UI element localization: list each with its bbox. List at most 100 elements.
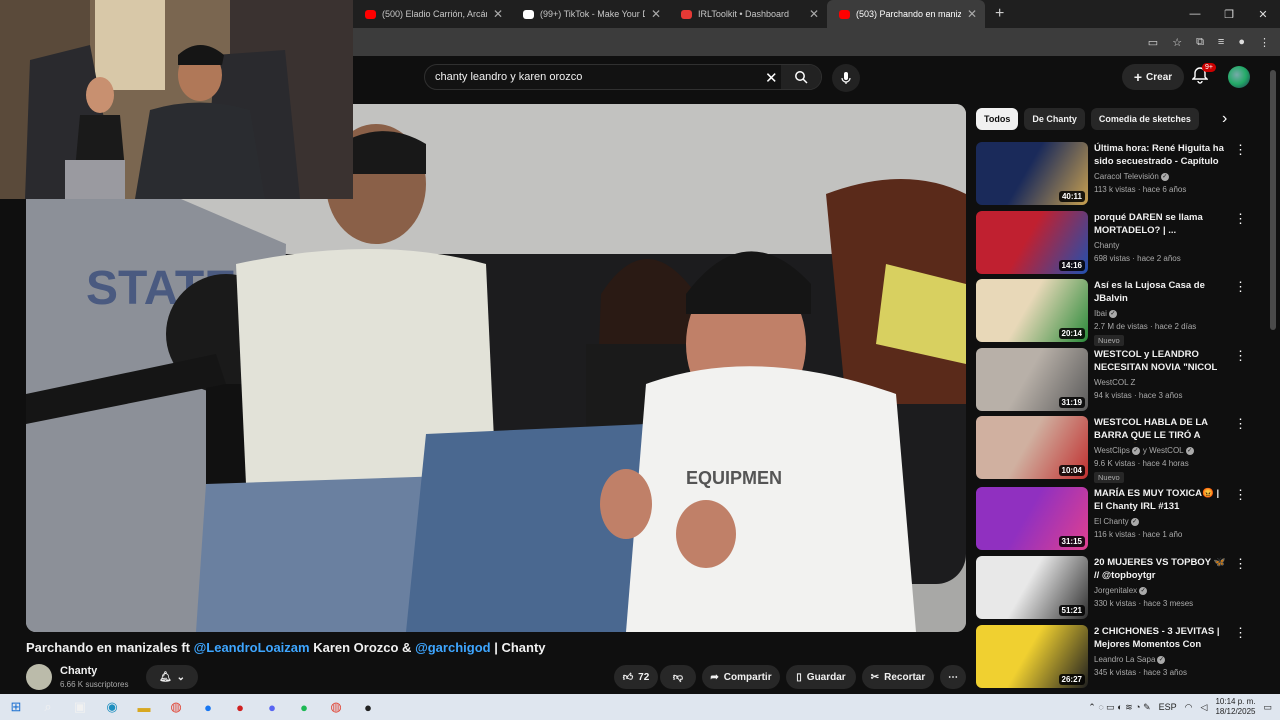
chevron-right-icon[interactable]: ›: [1222, 110, 1227, 128]
new-tab-button[interactable]: +: [995, 5, 1004, 23]
related-video-item[interactable]: 31:19 WESTCOL y LEANDRO NECESITAN NOVIA "…: [976, 348, 1246, 412]
related-video-title[interactable]: Así es la Lujosa Casa de JBalvin: [1094, 279, 1228, 305]
obs-icon[interactable]: ●: [352, 694, 384, 720]
voice-search-button[interactable]: [832, 64, 860, 92]
facebook-icon[interactable]: ●: [192, 694, 224, 720]
browser-tab-2[interactable]: IRLToolkit • Dashboard ✕: [669, 0, 827, 28]
profile-icon[interactable]: ●: [1238, 36, 1245, 48]
share-button[interactable]: ➦ Compartir: [702, 665, 780, 689]
windows-start-icon[interactable]: ⊞: [0, 694, 32, 720]
channel-name[interactable]: Chanty: [60, 665, 97, 677]
browser-tab-0[interactable]: (500) Eladio Carrión, Arcángel - ✕: [353, 0, 511, 28]
like-button[interactable]: 👍︎ 72: [614, 665, 658, 689]
close-window-icon[interactable]: ✕: [1246, 0, 1280, 28]
related-video-title[interactable]: MARÍA ES MUY TOXICA😡 | El Chanty IRL #13…: [1094, 487, 1228, 513]
chrome-icon[interactable]: ◍: [160, 694, 192, 720]
related-video-title[interactable]: 2 CHICHONES - 3 JEVITAS | Mejores Moment…: [1094, 625, 1228, 652]
tab-close-icon[interactable]: ✕: [493, 7, 503, 21]
more-options-icon[interactable]: ⋮: [1234, 416, 1246, 432]
menu-icon[interactable]: ⋮: [1259, 36, 1270, 49]
tab-close-icon[interactable]: ✕: [809, 7, 819, 21]
browser-tab-3[interactable]: (503) Parchando en manizales ft ✕: [827, 0, 985, 28]
scrollbar[interactable]: [1270, 70, 1276, 330]
clock[interactable]: 10:14 p. m. 18/12/2025: [1215, 697, 1255, 717]
account-avatar[interactable]: [1228, 66, 1250, 88]
dislike-button[interactable]: 👎︎: [660, 665, 696, 689]
search-button[interactable]: [781, 65, 821, 89]
related-video-title[interactable]: WESTCOL y LEANDRO NECESITAN NOVIA "NICOL…: [1094, 348, 1228, 375]
minimize-icon[interactable]: —: [1178, 0, 1212, 28]
related-channel-line[interactable]: Ibai ✓: [1094, 309, 1117, 318]
language-indicator[interactable]: ESP: [1159, 702, 1177, 712]
related-video-item[interactable]: 26:27 2 CHICHONES - 3 JEVITAS | Mejores M…: [976, 625, 1246, 689]
video-thumbnail[interactable]: 31:15: [976, 487, 1088, 550]
video-thumbnail[interactable]: 40:11: [976, 142, 1088, 205]
wifi-icon[interactable]: ◠: [1185, 702, 1193, 713]
discord-icon[interactable]: ●: [256, 694, 288, 720]
chip-todos[interactable]: Todos: [976, 108, 1019, 130]
search-input[interactable]: [425, 65, 755, 89]
mention-link-garchigod[interactable]: @garchigod: [415, 640, 491, 655]
clear-search-icon[interactable]: ✕: [765, 69, 778, 87]
related-video-title[interactable]: 20 MUJERES VS TOPBOY 🦋 // @topboytgr: [1094, 556, 1228, 582]
more-options-icon[interactable]: ⋮: [1234, 279, 1246, 295]
video-thumbnail[interactable]: 10:04: [976, 416, 1088, 479]
create-button[interactable]: + Crear: [1122, 64, 1184, 90]
extensions-icon[interactable]: ⧉: [1196, 36, 1204, 49]
tray-icons[interactable]: ⌃ ◌ ▭ ◐ ≋ ◔ ✎: [1088, 702, 1150, 713]
related-channel-line[interactable]: Leandro La Sapa ✓: [1094, 655, 1166, 664]
video-thumbnail[interactable]: 31:19: [976, 348, 1088, 411]
related-video-title[interactable]: WESTCOL HABLA DE LA BARRA QUE LE TIRÓ A …: [1094, 416, 1228, 443]
notification-center-icon[interactable]: ▭: [1263, 702, 1272, 713]
related-video-item[interactable]: 14:16 porqué DAREN se llama MORTADELO? | …: [976, 211, 1246, 275]
related-channel-line[interactable]: Caracol Televisión ✓: [1094, 172, 1169, 181]
cast-icon[interactable]: ▭: [1148, 36, 1158, 49]
video-thumbnail[interactable]: 51:21: [976, 556, 1088, 619]
more-options-icon[interactable]: ⋮: [1234, 625, 1246, 641]
chip-comedia[interactable]: Comedia de sketches: [1090, 108, 1199, 130]
clip-button[interactable]: ✂ Recortar: [862, 665, 934, 689]
app-red-icon[interactable]: ●: [224, 694, 256, 720]
related-channel-line[interactable]: El Chanty ✓: [1094, 517, 1139, 526]
related-video-item[interactable]: 20:14 Así es la Lujosa Casa de JBalvin Iba…: [976, 279, 1246, 346]
file-explorer-icon[interactable]: ▬: [128, 694, 160, 720]
video-thumbnail[interactable]: 20:14: [976, 279, 1088, 342]
video-thumbnail[interactable]: 14:16: [976, 211, 1088, 274]
channel-avatar[interactable]: [26, 664, 52, 690]
video-thumbnail[interactable]: 26:27: [976, 625, 1088, 688]
related-video-item[interactable]: 51:21 20 MUJERES VS TOPBOY 🦋 // @topboytg…: [976, 556, 1246, 620]
related-channel-line[interactable]: Jorgenitalex ✓: [1094, 586, 1148, 595]
tab-close-icon[interactable]: ✕: [967, 7, 977, 21]
related-video-item[interactable]: 31:15 MARÍA ES MUY TOXICA😡 | El Chanty IR…: [976, 487, 1246, 551]
related-video-item[interactable]: 40:11 Última hora: René Higuita ha sido s…: [976, 142, 1246, 206]
more-options-icon[interactable]: ⋮: [1234, 211, 1246, 227]
more-actions-button[interactable]: ⋯: [940, 665, 966, 689]
related-video-item[interactable]: 10:04 WESTCOL HABLA DE LA BARRA QUE LE TI…: [976, 416, 1246, 483]
search-icon[interactable]: ⌕: [32, 694, 64, 720]
volume-icon[interactable]: ◁: [1201, 702, 1208, 713]
edge-icon[interactable]: ◉: [96, 694, 128, 720]
media-icon[interactable]: ≡: [1218, 36, 1224, 48]
mention-link-leandro[interactable]: @LeandroLoaizam: [194, 640, 310, 655]
tab-close-icon[interactable]: ✕: [651, 7, 661, 21]
bookmark-star-icon[interactable]: ☆: [1172, 36, 1182, 49]
related-video-title[interactable]: Última hora: René Higuita ha sido secues…: [1094, 142, 1228, 169]
restore-icon[interactable]: ❐: [1212, 0, 1246, 28]
related-channel-line[interactable]: Chanty: [1094, 241, 1119, 250]
more-options-icon[interactable]: ⋮: [1234, 348, 1246, 364]
related-channel-line[interactable]: WestCOL Z: [1094, 378, 1135, 387]
notifications-button[interactable]: 9+: [1191, 63, 1216, 90]
more-options-icon[interactable]: ⋮: [1234, 487, 1246, 503]
related-video-title[interactable]: porqué DAREN se llama MORTADELO? | ...: [1094, 211, 1228, 237]
subscribe-bell-button[interactable]: 🔔︎ ⌄: [146, 665, 198, 689]
more-options-icon[interactable]: ⋮: [1234, 142, 1246, 158]
browser-tab-1[interactable]: (99+) TikTok - Make Your Day ✕: [511, 0, 669, 28]
spotify-icon[interactable]: ●: [288, 694, 320, 720]
chrome-active-icon[interactable]: ◍: [320, 694, 352, 720]
task-view-icon[interactable]: ▣: [64, 694, 96, 720]
more-options-icon[interactable]: ⋮: [1234, 556, 1246, 572]
chip-de-chanty[interactable]: De Chanty: [1024, 108, 1085, 130]
save-button[interactable]: ▯ Guardar: [786, 665, 856, 689]
related-channel-line[interactable]: WestClips ✓ y WestCOL ✓: [1094, 446, 1194, 455]
channel-row: Chanty 6.66 K suscriptores 🔔︎ ⌄ 👍︎ 72 👎︎…: [26, 662, 966, 692]
